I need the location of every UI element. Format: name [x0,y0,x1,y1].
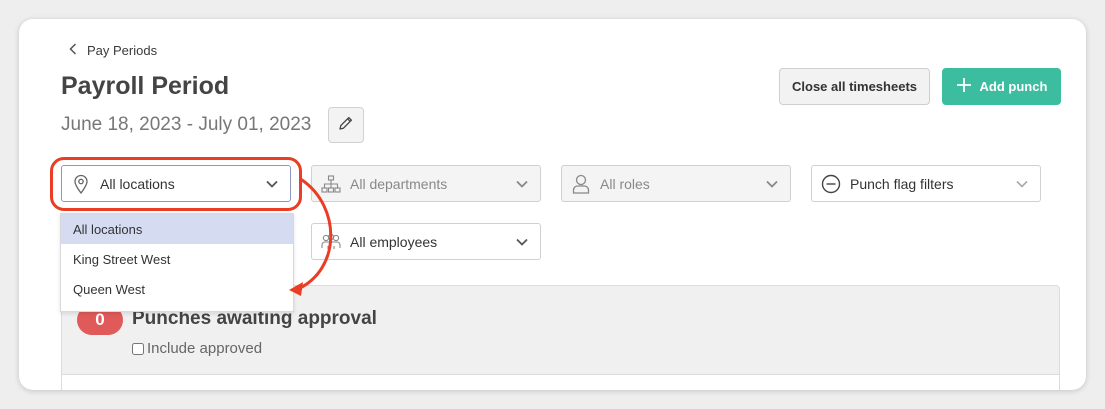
punch-flag-filter[interactable]: Punch flag filters [811,165,1041,202]
location-filter[interactable]: All locations [61,165,291,202]
payroll-card: Pay Periods Payroll Period June 18, 2023… [19,19,1086,390]
include-approved-option[interactable]: Include approved [132,340,262,357]
role-filter-value: All roles [600,175,650,192]
chevron-down-icon [764,176,780,192]
chevron-down-icon [514,234,530,250]
location-option-king-street-west[interactable]: King Street West [61,244,293,274]
date-range: June 18, 2023 - July 01, 2023 [61,114,312,135]
employees-filter[interactable]: All employees [311,223,541,260]
approval-panel-body [62,374,1059,390]
add-punch-button[interactable]: Add punch [942,68,1061,105]
punch-flag-filter-value: Punch flag filters [850,175,954,192]
location-option-queen-west[interactable]: Queen West [61,274,293,304]
pencil-icon [338,115,354,136]
add-punch-label: Add punch [979,79,1048,94]
chevron-down-icon [1014,176,1030,192]
chevron-down-icon [264,176,280,192]
location-filter-value: All locations [100,175,175,192]
org-chart-icon [320,173,342,195]
edit-date-button[interactable] [328,107,364,143]
include-approved-label: Include approved [147,340,263,357]
close-all-timesheets-button[interactable]: Close all timesheets [779,68,930,105]
back-to-pay-periods-link[interactable]: Pay Periods [69,41,157,59]
map-pin-icon [70,173,92,195]
department-filter[interactable]: All departments [311,165,541,202]
employees-filter-value: All employees [350,233,438,250]
plus-icon [956,77,972,96]
chevron-down-icon [514,176,530,192]
people-icon [320,231,342,253]
minus-circle-icon [820,173,842,195]
location-dropdown-menu: All locations King Street West Queen Wes… [60,213,294,312]
person-icon [570,173,592,195]
location-option-all[interactable]: All locations [61,214,293,244]
include-approved-checkbox[interactable] [132,342,144,355]
chevron-left-icon [69,42,77,58]
back-link-label: Pay Periods [87,42,158,58]
page-title: Payroll Period [61,72,230,100]
department-filter-value: All departments [350,175,448,192]
role-filter[interactable]: All roles [561,165,791,202]
